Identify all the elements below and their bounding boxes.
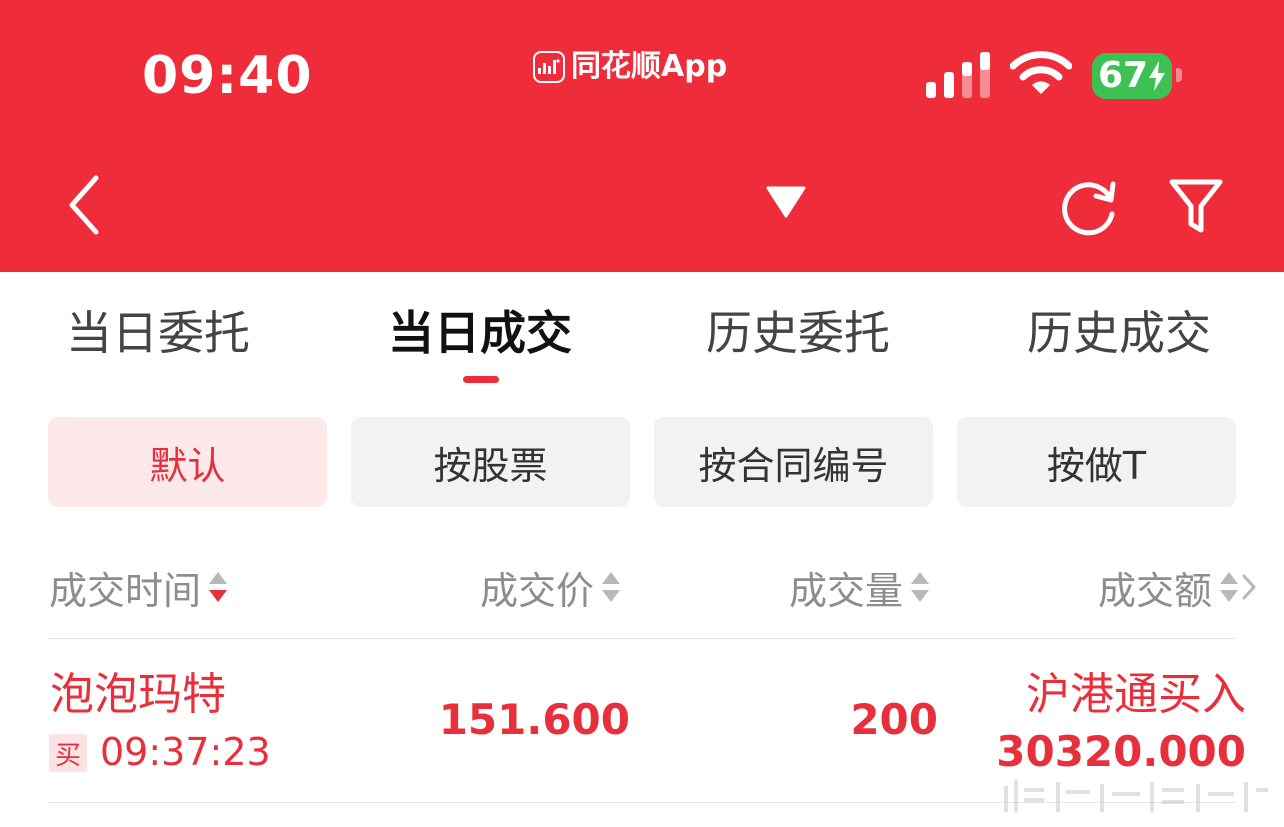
filter-chip-default[interactable]: 默认 — [48, 417, 327, 507]
tab-history-orders[interactable]: 历史委托 — [706, 300, 890, 366]
column-header-trade-amount[interactable]: 成交额 — [1098, 562, 1256, 613]
filter-button[interactable] — [1168, 176, 1224, 236]
sort-icon — [602, 572, 621, 602]
filter-chip-by-t-trade[interactable]: 按做T — [957, 417, 1236, 507]
sort-icon — [1220, 572, 1239, 602]
refresh-button[interactable] — [1058, 176, 1120, 238]
battery-cap — [1176, 68, 1182, 82]
battery-level: 67 — [1098, 55, 1149, 96]
app-logo-icon — [533, 51, 565, 83]
account-dropdown-button[interactable] — [764, 184, 808, 220]
trade-type: 沪港通买入 — [1026, 669, 1246, 720]
sort-icon — [911, 572, 930, 602]
tab-today-trades[interactable]: 当日成交 — [388, 300, 572, 366]
buy-side-badge: 买 — [49, 734, 87, 772]
app-name-label: 同花顺App — [571, 49, 728, 84]
watermark-logo — [1004, 780, 1268, 812]
column-header-trade-volume[interactable]: 成交量 — [789, 562, 931, 613]
wifi-icon — [1010, 51, 1072, 94]
active-tab-indicator — [463, 376, 499, 383]
filter-chip-by-stock[interactable]: 按股票 — [351, 417, 630, 507]
charging-bolt-icon — [1149, 61, 1165, 91]
header-divider — [48, 638, 1236, 639]
trade-tabs: 当日委托 当日成交 历史委托 历史成交 — [0, 300, 1284, 370]
scroll-right-icon[interactable] — [1242, 572, 1256, 602]
column-label: 成交时间 — [49, 568, 202, 613]
sort-desc-icon — [209, 572, 228, 602]
column-header-trade-time[interactable]: 成交时间 — [49, 562, 229, 613]
filter-chip-by-contract[interactable]: 按合同编号 — [654, 417, 933, 507]
column-label: 成交价 — [480, 568, 595, 613]
cellular-signal-icon — [926, 52, 990, 98]
status-time: 09:40 — [142, 46, 313, 106]
trade-amount: 30320.000 — [996, 727, 1246, 776]
column-label: 成交量 — [789, 568, 904, 613]
trade-time: 09:37:23 — [100, 730, 271, 774]
back-button[interactable] — [62, 172, 112, 238]
app-header: 09:40 同花顺App 67 — [0, 0, 1284, 272]
stock-name: 泡泡玛特 — [50, 669, 226, 720]
trade-price: 151.600 — [438, 695, 630, 744]
tab-today-orders[interactable]: 当日委托 — [66, 300, 250, 366]
tab-history-trades[interactable]: 历史成交 — [1027, 300, 1211, 366]
back-to-app-indicator[interactable]: 同花顺App — [533, 49, 727, 85]
column-header-trade-price[interactable]: 成交价 — [480, 562, 622, 613]
battery-indicator: 67 — [1092, 53, 1172, 99]
column-label: 成交额 — [1098, 568, 1213, 613]
trade-quantity: 200 — [850, 695, 938, 744]
